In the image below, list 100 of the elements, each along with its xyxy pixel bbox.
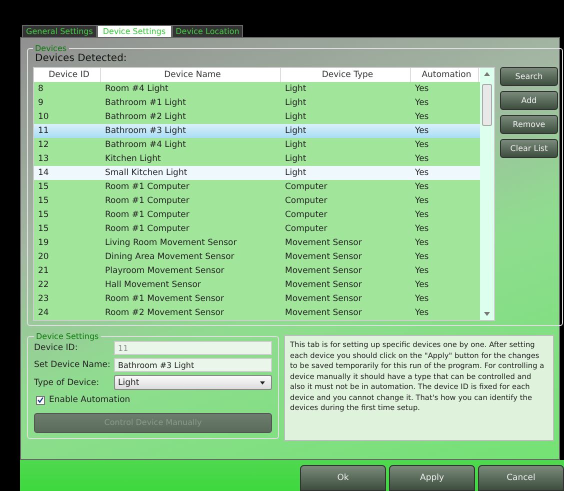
table-cell-text: Movement Sensor xyxy=(284,279,363,292)
table-cell-text: Yes xyxy=(414,97,430,110)
table-row[interactable]: 19 Living Room Movement Sensor Movement Sensor Yes xyxy=(34,236,480,250)
column-header[interactable]: Device Type xyxy=(281,68,411,82)
table-cell-text: 21 xyxy=(37,265,50,278)
table-cell-text: 9 xyxy=(37,97,44,110)
table-cell-text: Movement Sensor xyxy=(284,307,363,320)
table-row[interactable]: 12 Bathroom #4 Light Light Yes xyxy=(34,138,480,152)
table-cell-text: Room #1 Movement Sensor xyxy=(104,293,225,306)
dialog-button[interactable]: Ok xyxy=(300,465,386,491)
table-cell-text: 22 xyxy=(37,279,50,292)
table-cell-text: Small Kitchen Light xyxy=(104,167,188,180)
table-cell-text: 19 xyxy=(37,237,50,250)
table-row[interactable]: 15 Room #1 Computer Computer Yes xyxy=(34,208,480,222)
table-cell-text: Bathroom #3 Light xyxy=(104,125,187,138)
action-button[interactable]: Clear List xyxy=(500,139,558,158)
table-cell-text: Yes xyxy=(414,209,430,222)
table-cell-text: Hall Movement Sensor xyxy=(104,279,202,292)
table-cell-text: 15 xyxy=(37,181,50,194)
device-name-field[interactable]: Bathroom #3 Light xyxy=(114,358,272,372)
column-header[interactable]: Automation xyxy=(411,68,479,82)
table-row[interactable]: 15 Room #1 Computer Computer Yes xyxy=(34,222,480,236)
device-type-dropdown[interactable]: Light xyxy=(114,375,272,390)
table-cell-text: Room #1 Computer xyxy=(104,223,190,236)
table-cell-text: Light xyxy=(284,153,308,166)
table-row[interactable]: 11 Bathroom #3 Light Light Yes xyxy=(34,124,480,138)
table-cell-text: Kitchen Light xyxy=(104,153,162,166)
table-cell-text: Dining Area Movement Sensor xyxy=(104,251,236,264)
action-button[interactable]: Add xyxy=(500,91,558,110)
table-cell-text: Computer xyxy=(284,195,328,208)
scroll-thumb[interactable] xyxy=(482,84,492,126)
table-cell-text: Movement Sensor xyxy=(284,251,363,264)
table-cell-text: 12 xyxy=(37,139,50,152)
table-row[interactable]: 10 Bathroom #2 Light Light Yes xyxy=(34,110,480,124)
table-cell-text: 8 xyxy=(37,83,44,96)
checkbox[interactable] xyxy=(36,396,45,404)
table-cell-text: 23 xyxy=(37,293,50,306)
table-row[interactable]: 24 Room #2 Movement Sensor Movement Sensor Yes xyxy=(34,306,480,320)
table-cell-text: Yes xyxy=(414,307,430,320)
table-cell-text: 20 xyxy=(37,251,50,264)
table-cell-text: Room #1 Computer xyxy=(104,195,190,208)
dialog-button[interactable]: Apply xyxy=(389,465,475,491)
column-header[interactable]: Device Name xyxy=(101,68,281,82)
table-cell-text: Yes xyxy=(414,237,430,250)
table-cell-text: 24 xyxy=(37,307,50,320)
action-button[interactable]: Remove xyxy=(500,115,558,134)
table-cell-text: Yes xyxy=(414,139,430,152)
table-cell-text: Yes xyxy=(414,181,430,194)
table-cell-text: Light xyxy=(284,111,308,124)
table-cell-text: Light xyxy=(284,139,308,152)
table-row[interactable]: 20 Dining Area Movement Sensor Movement Sensor Yes xyxy=(34,250,480,264)
table-cell-text: Room #1 Computer xyxy=(104,209,190,222)
table-cell-text: Movement Sensor xyxy=(284,293,363,306)
table-cell-text: Computer xyxy=(284,209,328,222)
table-cell-text: Yes xyxy=(414,265,430,278)
table-cell-text: Light xyxy=(284,125,308,138)
table-cell-text: Bathroom #4 Light xyxy=(104,139,187,152)
column-header[interactable]: Device ID xyxy=(34,68,101,82)
table-row[interactable]: 23 Room #1 Movement Sensor Movement Sensor Yes xyxy=(34,292,480,306)
table-cell-text: Yes xyxy=(414,167,430,180)
table-cell-text: Room #1 Computer xyxy=(104,181,190,194)
table-row[interactable]: 15 Room #1 Computer Computer Yes xyxy=(34,180,480,194)
tab[interactable]: Device Location xyxy=(172,25,244,37)
caret-icon xyxy=(260,380,265,384)
group-legend: Devices xyxy=(33,44,69,53)
table-row[interactable]: 22 Hall Movement Sensor Movement Sensor Yes xyxy=(34,278,480,292)
table-cell-text: 15 xyxy=(37,209,50,222)
section-heading: Devices Detected: xyxy=(35,53,128,64)
table-cell-text: Yes xyxy=(414,153,430,166)
table-cell-text: Playroom Movement Sensor xyxy=(104,265,226,278)
table-cell-text: 15 xyxy=(37,223,50,236)
field-label: Device ID: xyxy=(34,343,79,353)
table-cell-text: Bathroom #2 Light xyxy=(104,111,187,124)
table-cell-text: Yes xyxy=(414,111,430,124)
table-cell-text: 11 xyxy=(37,125,50,138)
table-cell-text: Movement Sensor xyxy=(284,237,363,250)
table-row[interactable]: 8 Room #4 Light Light Yes xyxy=(34,82,480,96)
action-button[interactable]: Search xyxy=(500,67,558,86)
table-cell-text: Light xyxy=(284,167,308,180)
field-label: Type of Device: xyxy=(34,378,100,388)
table-cell-text: Yes xyxy=(414,251,430,264)
scroll-down-icon[interactable] xyxy=(484,312,490,316)
scroll-up-icon[interactable] xyxy=(484,72,490,76)
table-cell-text: Yes xyxy=(414,223,430,236)
table-cell-text: Bathroom #1 Light xyxy=(104,97,187,110)
scrollbar[interactable] xyxy=(480,68,494,320)
table-cell-text: Computer xyxy=(284,181,328,194)
table-cell-text: Yes xyxy=(414,293,430,306)
table-cell-text: Living Room Movement Sensor xyxy=(104,237,238,250)
table-row[interactable]: 15 Room #1 Computer Computer Yes xyxy=(34,194,480,208)
checkbox-label: Enable Automation xyxy=(49,395,130,405)
table-row[interactable]: 13 Kitchen Light Light Yes xyxy=(34,152,480,166)
table-row[interactable]: 9 Bathroom #1 Light Light Yes xyxy=(34,96,480,110)
tab[interactable]: General Settings xyxy=(22,25,97,37)
table-cell-text: Yes xyxy=(414,279,430,292)
table-cell-text: 13 xyxy=(37,153,50,166)
table-row[interactable]: 21 Playroom Movement Sensor Movement Sensor Yes xyxy=(34,264,480,278)
table-cell-text: Movement Sensor xyxy=(284,265,363,278)
table-row[interactable]: 14 Small Kitchen Light Light Yes xyxy=(34,166,480,180)
dialog-button[interactable]: Cancel xyxy=(478,465,564,491)
